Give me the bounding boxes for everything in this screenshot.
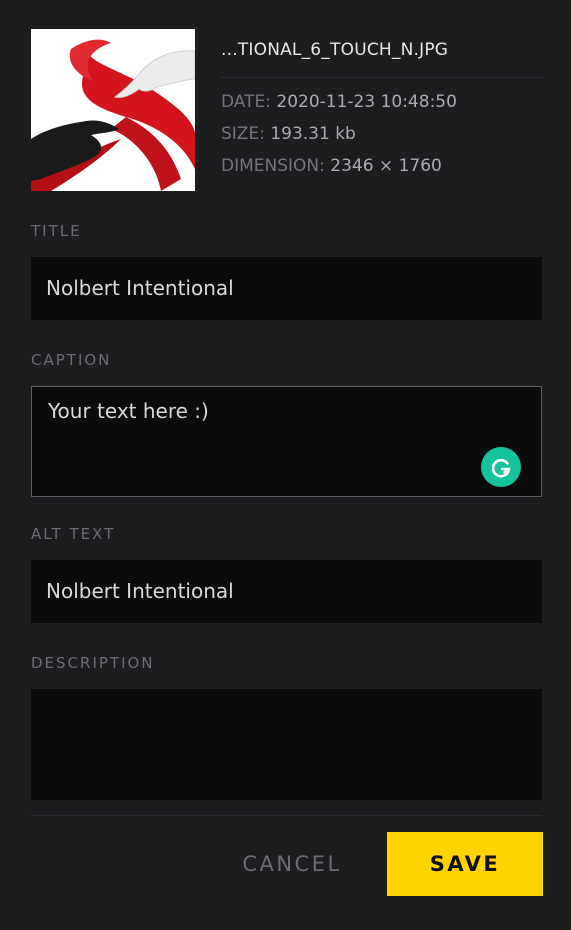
grammarly-g-glyph xyxy=(491,458,511,478)
meta-date: DATE: 2020-11-23 10:48:50 xyxy=(221,92,457,112)
cancel-button[interactable]: CANCEL xyxy=(223,832,361,896)
alt-text-label: ALT TEXT xyxy=(31,525,116,543)
grammarly-icon[interactable] xyxy=(481,447,521,487)
title-label: TITLE xyxy=(31,222,82,240)
title-input[interactable] xyxy=(31,257,542,320)
footer-divider xyxy=(31,815,542,816)
meta-size: SIZE: 193.31 kb xyxy=(221,124,356,144)
caption-label: CAPTION xyxy=(31,351,112,369)
meta-date-value: 2020-11-23 10:48:50 xyxy=(276,92,457,112)
meta-divider xyxy=(221,77,543,78)
meta-dimension-value: 2346 × 1760 xyxy=(330,156,442,176)
thumbnail-artwork xyxy=(31,29,195,191)
meta-dimension: DIMENSION: 2346 × 1760 xyxy=(221,156,442,176)
file-name: ...TIONAL_6_TOUCH_N.JPG xyxy=(221,40,449,60)
meta-date-label: DATE: xyxy=(221,92,271,112)
description-textarea[interactable] xyxy=(31,689,542,800)
description-label: DESCRIPTION xyxy=(31,654,155,672)
caption-textarea[interactable]: Your text here :) xyxy=(31,386,542,497)
image-thumbnail xyxy=(31,29,195,191)
save-button[interactable]: SAVE xyxy=(387,832,543,896)
alt-text-input[interactable] xyxy=(31,560,542,623)
meta-size-label: SIZE: xyxy=(221,124,265,144)
meta-dimension-label: DIMENSION: xyxy=(221,156,325,176)
meta-size-value: 193.31 kb xyxy=(270,124,356,144)
